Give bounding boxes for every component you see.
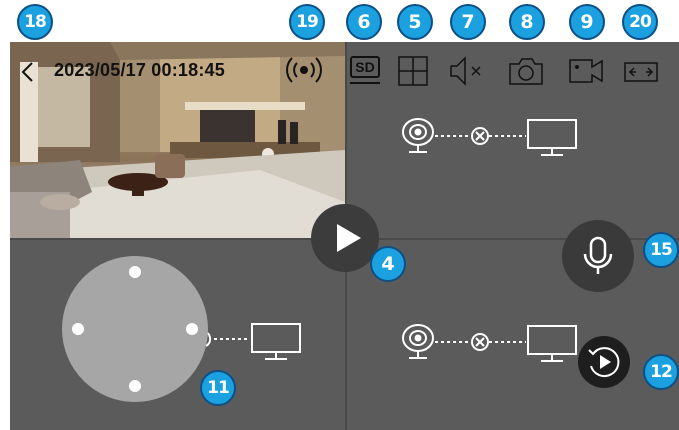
- mute-button[interactable]: [447, 54, 487, 88]
- ptz-up-button[interactable]: [129, 266, 141, 278]
- camera-disconnected-icon: [402, 118, 577, 156]
- callout-badge: 9: [569, 4, 605, 40]
- callout-badge: 6: [346, 4, 382, 40]
- chevron-left-icon: [21, 62, 33, 82]
- play-icon: [337, 224, 361, 252]
- callout-badge: 8: [509, 4, 545, 40]
- layout-button[interactable]: [393, 54, 433, 88]
- play-button[interactable]: [311, 204, 379, 272]
- wireless-signal-icon[interactable]: [282, 54, 326, 86]
- speaker-muted-icon: [450, 56, 481, 86]
- sd-quality-button[interactable]: SD: [346, 54, 386, 88]
- fullscreen-button[interactable]: [621, 54, 661, 88]
- ptz-control[interactable]: [62, 256, 208, 402]
- grid-layout-icon: [398, 56, 428, 86]
- sd-label: SD: [355, 59, 375, 75]
- camera-disconnected-icon: [402, 324, 577, 362]
- callout-badge: 19: [289, 4, 325, 40]
- ptz-right-button[interactable]: [186, 323, 198, 335]
- callout-badge: 20: [622, 4, 658, 40]
- snapshot-button[interactable]: [506, 54, 546, 88]
- callout-badge: 15: [643, 232, 679, 268]
- back-button[interactable]: [18, 60, 38, 84]
- ptz-down-button[interactable]: [129, 380, 141, 392]
- replay-icon: [588, 347, 620, 378]
- callout-badge: 5: [397, 4, 433, 40]
- expand-horizontal-icon: [624, 62, 658, 82]
- datetime-label: 2023/05/17 00:18:45: [54, 60, 225, 80]
- playback-button[interactable]: [578, 336, 630, 388]
- callout-badge: 11: [200, 370, 236, 406]
- camera-disconnected-icon: [205, 323, 301, 360]
- callout-badge: 12: [643, 354, 679, 390]
- callout-badge: 18: [17, 4, 53, 40]
- video-record-icon: [569, 59, 603, 83]
- ptz-left-button[interactable]: [72, 323, 84, 335]
- talk-button[interactable]: [562, 220, 634, 292]
- microphone-icon: [583, 236, 613, 274]
- callout-badge: 4: [370, 246, 406, 282]
- record-button[interactable]: [566, 54, 606, 88]
- camera-icon: [509, 58, 543, 85]
- callout-badge: 7: [450, 4, 486, 40]
